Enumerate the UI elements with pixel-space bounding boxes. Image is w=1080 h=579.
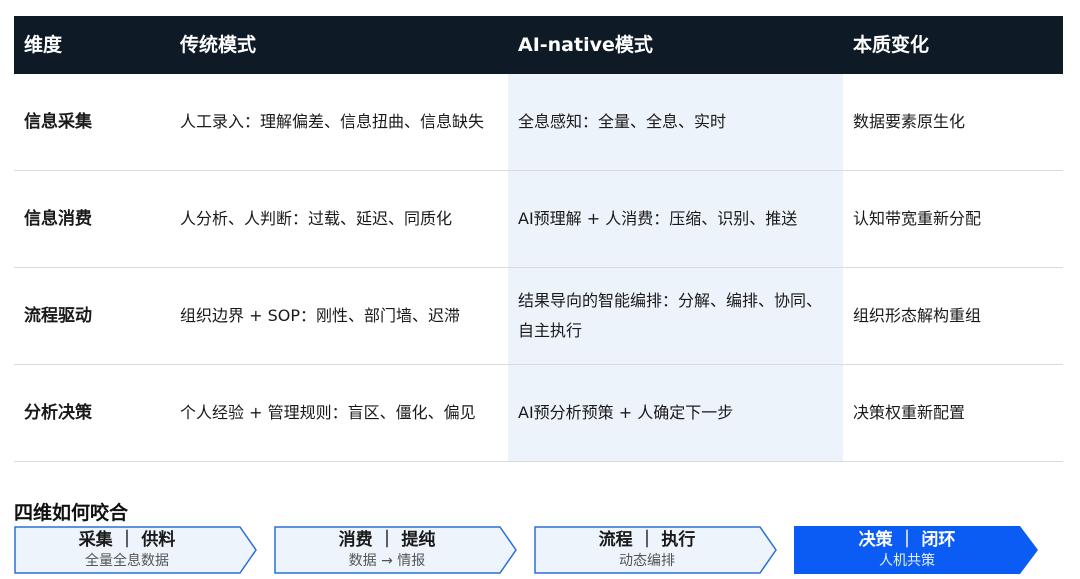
row-traditional: 组织边界 + SOP：刚性、部门墙、迟滞	[180, 306, 460, 325]
row-ai-native: AI预分析预策 + 人确定下一步	[508, 365, 843, 461]
flow-step-process: 流程 ｜ 执行 动态编排	[534, 526, 778, 574]
flow-step-subtitle: 动态编排	[619, 553, 675, 569]
flow-step-subtitle: 人机共策	[879, 553, 935, 569]
row-ai-native: 全息感知：全量、全息、实时	[508, 74, 843, 170]
flow-step-collect: 采集 ｜ 供料 全量全息数据	[14, 526, 258, 574]
flow-step-decide: 决策 ｜ 闭环 人机共策	[794, 526, 1038, 574]
flow-step-title: 流程 ｜ 执行	[598, 530, 696, 550]
row-traditional: 人分析、人判断：过载、延迟、同质化	[180, 209, 453, 228]
row-dimension: 流程驱动	[24, 306, 92, 326]
row-essence: 决策权重新配置	[853, 403, 966, 422]
row-ai-native: 结果导向的智能编排：分解、编排、协同、自主执行	[508, 268, 843, 364]
header-cell-ai-native: AI-native模式	[518, 34, 653, 56]
flow-step-subtitle: 数据 → 情报	[348, 553, 426, 569]
row-essence: 认知带宽重新分配	[853, 209, 982, 228]
flow-step-title: 采集 ｜ 供料	[78, 530, 176, 550]
flow-step-consume: 消费 ｜ 提纯 数据 → 情报	[274, 526, 518, 574]
row-ai-native: AI预理解 + 人消费：压缩、识别、推送	[508, 171, 843, 267]
row-dimension: 分析决策	[24, 403, 92, 423]
table-row: 信息消费 人分析、人判断：过载、延迟、同质化 AI预理解 + 人消费：压缩、识别…	[14, 171, 1063, 268]
row-dimension: 信息采集	[24, 112, 92, 132]
row-essence: 组织形态解构重组	[853, 306, 982, 325]
table-row: 分析决策 个人经验 + 管理规则：盲区、僵化、偏见 AI预分析预策 + 人确定下…	[14, 365, 1063, 462]
header-cell-dimension: 维度	[24, 34, 63, 56]
flow-step-title: 决策 ｜ 闭环	[858, 530, 956, 550]
row-traditional: 个人经验 + 管理规则：盲区、僵化、偏见	[180, 403, 476, 422]
row-traditional: 人工录入：理解偏差、信息扭曲、信息缺失	[180, 112, 485, 131]
header-cell-essence: 本质变化	[853, 34, 930, 56]
section-title: 四维如何咬合	[14, 502, 129, 524]
flow-step-title: 消费 ｜ 提纯	[338, 530, 436, 550]
flow-step-subtitle: 全量全息数据	[85, 553, 169, 569]
table-header: 维度 传统模式 AI-native模式 本质变化	[14, 16, 1063, 74]
process-flow: 采集 ｜ 供料 全量全息数据 消费 ｜ 提纯 数据 → 情报 流程 ｜ 执行 动…	[14, 526, 1074, 576]
table-row: 信息采集 人工录入：理解偏差、信息扭曲、信息缺失 全息感知：全量、全息、实时 数…	[14, 74, 1063, 171]
table-row: 流程驱动 组织边界 + SOP：刚性、部门墙、迟滞 结果导向的智能编排：分解、编…	[14, 268, 1063, 365]
row-essence: 数据要素原生化	[853, 112, 966, 131]
comparison-table: 维度 传统模式 AI-native模式 本质变化 信息采集 人工录入：理解偏差、…	[14, 16, 1063, 462]
header-cell-traditional: 传统模式	[180, 34, 257, 56]
row-dimension: 信息消费	[24, 209, 92, 229]
